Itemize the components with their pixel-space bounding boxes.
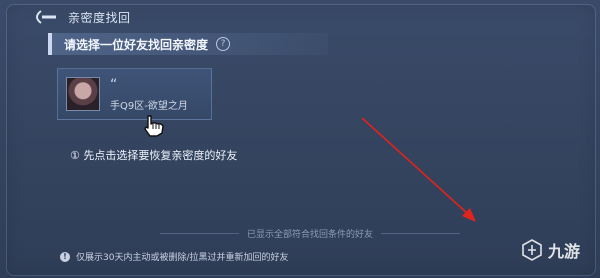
friend-name: “ bbox=[110, 77, 118, 93]
info-icon: ! bbox=[60, 251, 70, 262]
avatar bbox=[66, 77, 100, 111]
friend-card[interactable]: “ 手Q9区-欲望之月 bbox=[57, 68, 212, 120]
divider-line-right bbox=[381, 232, 461, 234]
list-end-label: 已显示全部符合找回条件的好友 bbox=[247, 229, 374, 240]
watermark-icon bbox=[522, 239, 542, 261]
page: 亲密度找回 请选择一位好友找回亲密度 ? “ 手Q9区-欲望之月 ① 先点击选择… bbox=[0, 0, 600, 278]
watermark-logo: 九游 bbox=[520, 238, 580, 262]
friend-server-label: 手Q9区-欲望之月 bbox=[110, 101, 188, 112]
title-bar: 亲密度找回 bbox=[30, 6, 290, 28]
list-end-divider: 已显示全部符合找回条件的好友 bbox=[160, 226, 461, 240]
section-title: 请选择一位好友找回亲密度 bbox=[64, 37, 209, 52]
page-title: 亲密度找回 bbox=[68, 10, 131, 25]
divider-line-left bbox=[160, 232, 239, 234]
back-button[interactable] bbox=[30, 9, 58, 25]
back-icon bbox=[36, 10, 56, 24]
pointer-hand-icon bbox=[144, 115, 164, 137]
footnote: ! 仅展示30天内主动或被删除/拉黑过并重新加回的好友 bbox=[60, 250, 289, 263]
footnote-text: 仅展示30天内主动或被删除/拉黑过并重新加回的好友 bbox=[76, 253, 289, 263]
section-header: 请选择一位好友找回亲密度 ? bbox=[48, 33, 328, 55]
instruction-hint: ① 先点击选择要恢复亲密度的好友 bbox=[70, 149, 238, 162]
help-icon[interactable]: ? bbox=[216, 37, 231, 51]
watermark-text: 九游 bbox=[548, 242, 581, 261]
